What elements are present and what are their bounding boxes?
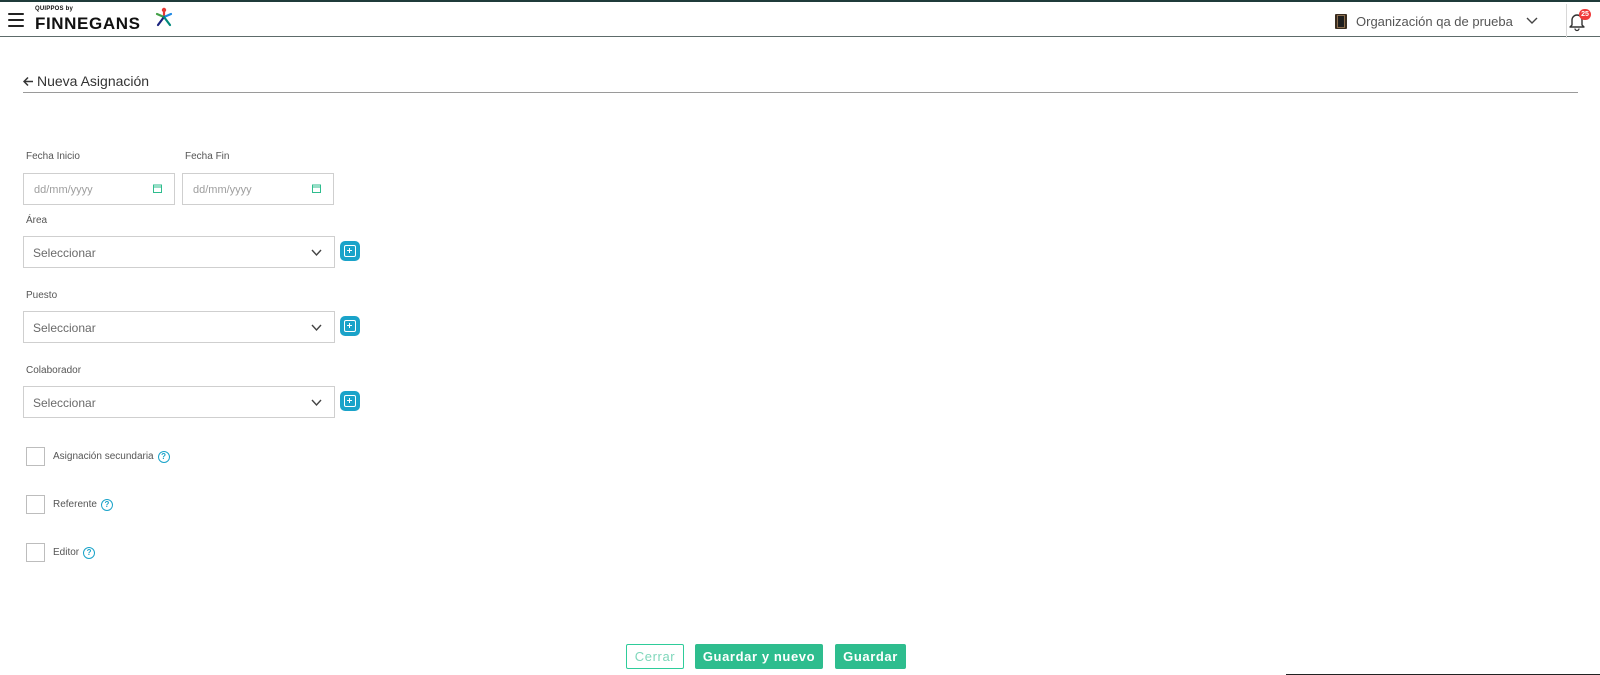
- chevron-down-icon: [311, 324, 322, 332]
- checkbox-row-referente: Referente ?: [26, 495, 113, 514]
- puesto-label: Puesto: [26, 290, 58, 301]
- asignacion-secundaria-checkbox[interactable]: [26, 447, 45, 466]
- colaborador-select-value: Seleccionar: [33, 396, 96, 410]
- add-area-button[interactable]: [340, 241, 360, 261]
- page-title: Nueva Asignación: [37, 73, 150, 89]
- finnegans-star-icon: [155, 7, 173, 27]
- hamburger-icon[interactable]: [8, 13, 24, 27]
- fecha-fin-input[interactable]: dd/mm/yyyy: [182, 173, 334, 205]
- checkbox-row-asignacion-secundaria: Asignación secundaria ?: [26, 447, 170, 466]
- page: QUIPPOS by FINNEGANS Organización qa de …: [0, 0, 1600, 675]
- help-icon[interactable]: ?: [100, 498, 113, 511]
- fecha-fin-placeholder: dd/mm/yyyy: [193, 184, 252, 196]
- add-colaborador-button[interactable]: [340, 391, 360, 411]
- building-icon: [1335, 13, 1347, 29]
- asignacion-secundaria-label: Asignación secundaria: [53, 451, 154, 462]
- checkbox-row-editor: Editor ?: [26, 543, 96, 562]
- title-divider: [23, 92, 1578, 93]
- puesto-select-value: Seleccionar: [33, 321, 96, 335]
- organization-name: Organización qa de prueba: [1356, 13, 1513, 29]
- fecha-inicio-label: Fecha Inicio: [26, 151, 80, 162]
- top-bar: QUIPPOS by FINNEGANS Organización qa de …: [0, 0, 1600, 38]
- logo-subtitle: QUIPPOS by: [35, 6, 74, 12]
- referente-checkbox[interactable]: [26, 495, 45, 514]
- editor-checkbox[interactable]: [26, 543, 45, 562]
- logo-title: FINNEGANS: [35, 14, 141, 33]
- notification-badge: 25: [1579, 9, 1591, 20]
- arrow-left-icon: [23, 76, 33, 86]
- colaborador-select[interactable]: Seleccionar: [23, 386, 335, 418]
- plus-square-icon: [344, 245, 356, 257]
- back-link[interactable]: Nueva Asignación: [23, 73, 149, 89]
- referente-label: Referente: [53, 499, 97, 510]
- guardar-button[interactable]: Guardar: [835, 644, 906, 669]
- help-icon[interactable]: ?: [83, 546, 96, 559]
- chevron-down-icon: [311, 249, 322, 257]
- organization-selector[interactable]: Organización qa de prueba: [1334, 11, 1538, 31]
- fecha-fin-label: Fecha Fin: [185, 151, 230, 162]
- add-puesto-button[interactable]: [340, 316, 360, 336]
- logo[interactable]: QUIPPOS by FINNEGANS: [35, 6, 185, 36]
- plus-square-icon: [344, 395, 356, 407]
- colaborador-label: Colaborador: [26, 365, 82, 376]
- fecha-inicio-input[interactable]: dd/mm/yyyy: [23, 173, 175, 205]
- help-icon[interactable]: ?: [157, 450, 170, 463]
- cerrar-button[interactable]: Cerrar: [626, 644, 684, 669]
- calendar-icon[interactable]: [312, 184, 321, 193]
- area-select[interactable]: Seleccionar: [23, 236, 335, 268]
- fecha-inicio-placeholder: dd/mm/yyyy: [34, 184, 93, 196]
- chevron-down-icon: [1526, 17, 1538, 24]
- area-select-value: Seleccionar: [33, 246, 96, 260]
- calendar-icon[interactable]: [153, 184, 162, 193]
- area-label: Área: [26, 215, 48, 226]
- guardar-y-nuevo-button[interactable]: Guardar y nuevo: [695, 644, 823, 669]
- plus-square-icon: [344, 320, 356, 332]
- editor-label: Editor: [53, 547, 80, 558]
- chevron-down-icon: [311, 399, 322, 407]
- puesto-select[interactable]: Seleccionar: [23, 311, 335, 343]
